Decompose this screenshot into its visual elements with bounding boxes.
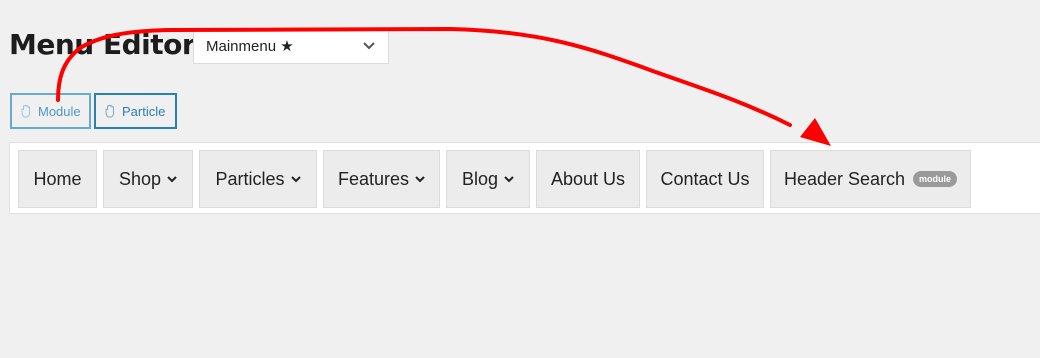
particle-drag-button[interactable]: Particle xyxy=(94,93,177,129)
module-badge: module xyxy=(913,171,958,187)
module-drag-button[interactable]: Module xyxy=(10,93,91,129)
menu-item-label: Shop xyxy=(118,168,162,189)
menu-item-label: Home xyxy=(33,168,82,189)
menu-item-label: Blog xyxy=(461,168,499,189)
caret-down-icon xyxy=(167,175,177,183)
particle-drag-label: Particle xyxy=(122,103,166,119)
menu-select[interactable]: Mainmenu ★ xyxy=(193,28,389,64)
menu-item-about-us[interactable]: About Us xyxy=(536,150,640,208)
menu-item-blog[interactable]: Blog xyxy=(446,150,530,208)
menu-item-header-search[interactable]: Header Search module xyxy=(770,150,971,208)
menu-item-label: About Us xyxy=(550,168,626,189)
hand-icon xyxy=(20,104,34,118)
module-drag-label: Module xyxy=(38,103,81,119)
menu-item-shop[interactable]: Shop xyxy=(103,150,193,208)
menu-item-label: Contact Us xyxy=(660,168,750,189)
page-title: Menu Editor xyxy=(9,28,196,61)
menu-item-particles[interactable]: Particles xyxy=(199,150,317,208)
menu-item-features[interactable]: Features xyxy=(323,150,440,208)
menu-item-home[interactable]: Home xyxy=(18,150,97,208)
caret-down-icon xyxy=(290,175,301,183)
caret-down-icon xyxy=(504,175,514,183)
menu-select-value: Mainmenu ★ xyxy=(206,38,294,55)
menu-item-contact-us[interactable]: Contact Us xyxy=(646,150,764,208)
menu-items-bar: Home Shop Particles Features Blog About … xyxy=(9,142,1040,214)
hand-icon xyxy=(104,104,118,118)
chevron-down-icon xyxy=(362,39,376,53)
caret-down-icon xyxy=(415,175,425,183)
menu-item-label: Particles xyxy=(215,168,285,189)
menu-item-label: Header Search xyxy=(783,168,906,189)
menu-item-label: Features xyxy=(337,168,410,189)
